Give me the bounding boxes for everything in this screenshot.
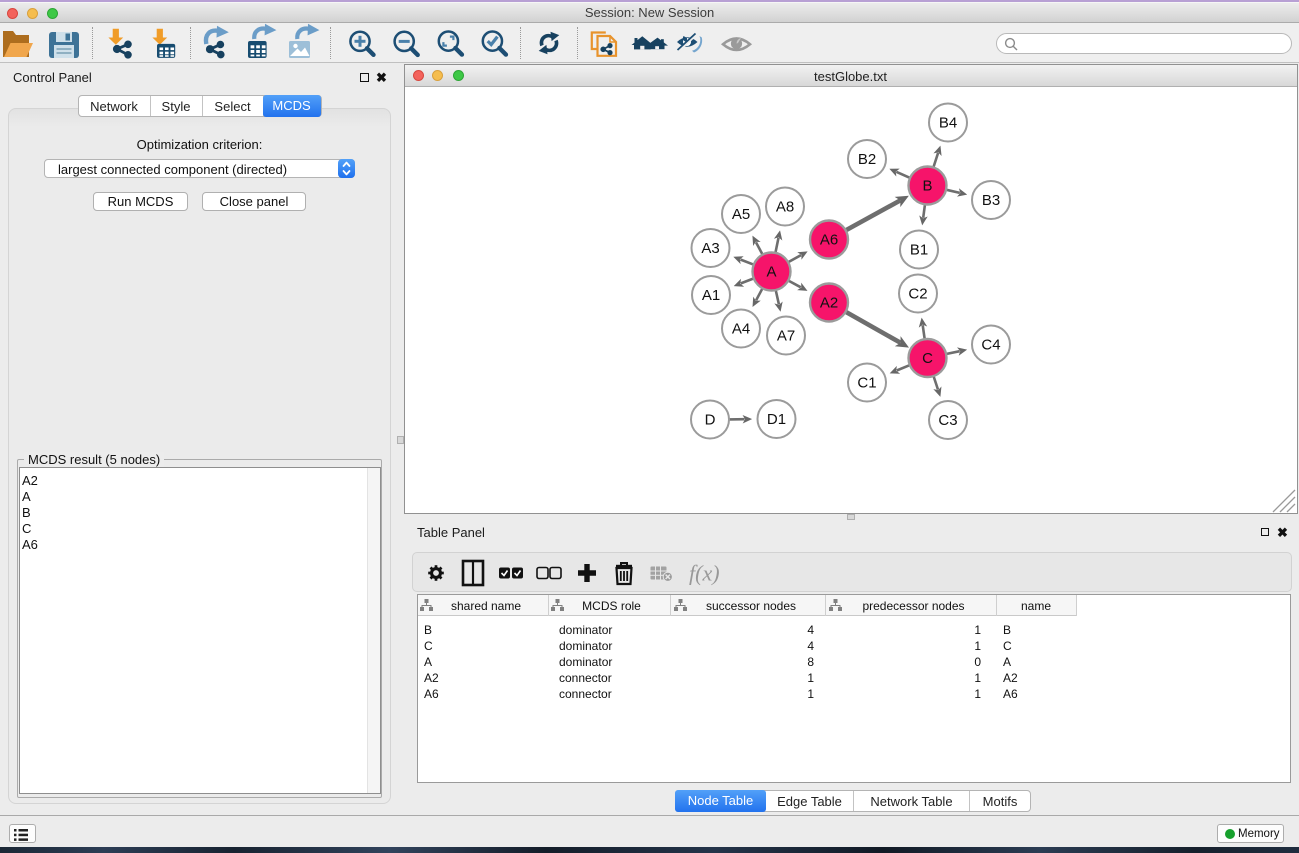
svg-text:A5: A5 bbox=[731, 206, 749, 223]
svg-text:C4: C4 bbox=[981, 337, 1000, 354]
svg-text:D1: D1 bbox=[766, 411, 785, 428]
svg-text:C1: C1 bbox=[857, 375, 876, 392]
svg-text:B2: B2 bbox=[857, 151, 875, 168]
svg-text:B4: B4 bbox=[938, 115, 956, 132]
svg-text:A6: A6 bbox=[819, 232, 837, 249]
svg-text:A2: A2 bbox=[819, 295, 837, 312]
svg-text:A7: A7 bbox=[776, 328, 794, 345]
svg-text:D: D bbox=[704, 412, 715, 429]
svg-text:C3: C3 bbox=[938, 412, 957, 429]
svg-text:B: B bbox=[922, 178, 932, 195]
svg-text:A8: A8 bbox=[775, 199, 793, 216]
svg-text:A4: A4 bbox=[731, 321, 749, 338]
svg-text:B3: B3 bbox=[981, 192, 999, 209]
svg-text:f(x): f(x) bbox=[689, 561, 720, 586]
svg-text:A: A bbox=[766, 264, 776, 281]
svg-text:C2: C2 bbox=[908, 286, 927, 303]
svg-text:C: C bbox=[922, 350, 933, 367]
svg-text:A1: A1 bbox=[701, 287, 719, 304]
svg-text:B1: B1 bbox=[909, 242, 927, 259]
svg-text:A3: A3 bbox=[701, 240, 719, 257]
